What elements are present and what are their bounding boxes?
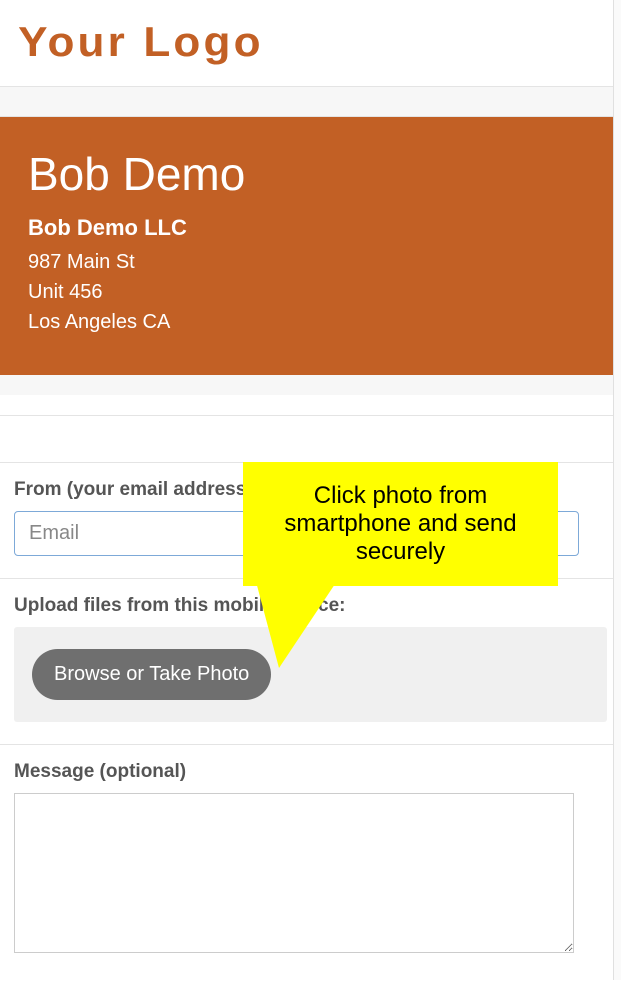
logo-text: Your Logo xyxy=(18,18,264,66)
logo-header: Your Logo xyxy=(0,0,621,87)
contact-city-state: Los Angeles CA xyxy=(28,307,593,337)
tooltip-callout: Click photo from smartphone and send sec… xyxy=(243,462,558,586)
message-textarea[interactable] xyxy=(14,793,574,953)
scroll-edge xyxy=(613,0,621,980)
browse-take-photo-button[interactable]: Browse or Take Photo xyxy=(32,649,271,700)
message-label: Message (optional) xyxy=(14,761,607,783)
message-section: Message (optional) xyxy=(0,745,621,980)
gap xyxy=(0,375,621,395)
contact-company: Bob Demo LLC xyxy=(28,215,593,241)
spacer xyxy=(0,87,621,117)
contact-address1: 987 Main St xyxy=(28,247,593,277)
gap-bar xyxy=(0,415,621,463)
contact-hero: Bob Demo Bob Demo LLC 987 Main St Unit 4… xyxy=(0,117,621,375)
contact-name: Bob Demo xyxy=(28,147,593,201)
contact-address2: Unit 456 xyxy=(28,277,593,307)
